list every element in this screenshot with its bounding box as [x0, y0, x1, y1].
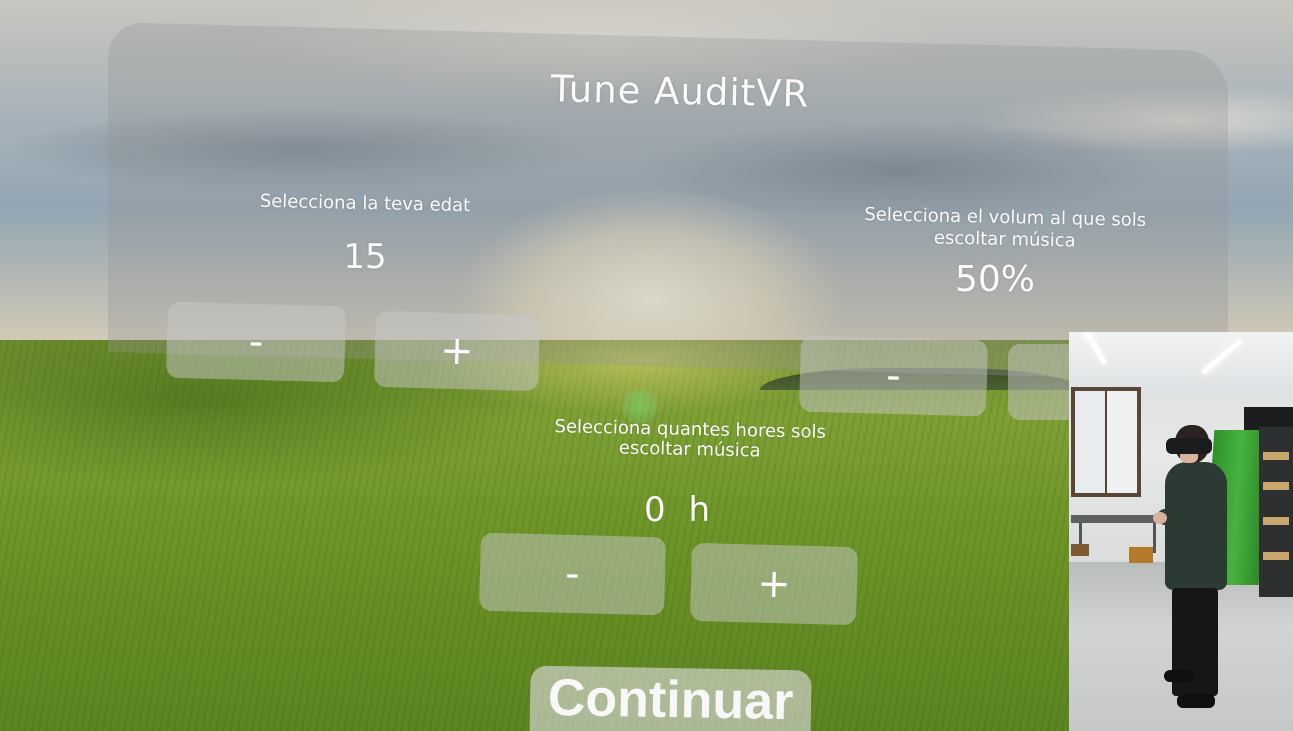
vr-headset: [1166, 438, 1212, 454]
volume-label: Selecciona el volum al que sols escoltar…: [864, 204, 1147, 252]
room-window: [1071, 387, 1141, 497]
camera-inset: [1069, 332, 1293, 731]
hours-value: 0 h: [644, 490, 716, 530]
continue-label: Continuar: [547, 668, 794, 731]
workbench: [1071, 515, 1163, 523]
floor-box: [1071, 544, 1089, 556]
volume-decrease-button[interactable]: -: [799, 335, 988, 417]
age-increase-button[interactable]: +: [374, 310, 540, 392]
volume-increase-button[interactable]: [1008, 344, 1070, 420]
hours-increase-button[interactable]: +: [690, 542, 858, 626]
age-decrease-label: -: [248, 318, 264, 366]
age-value: 15: [343, 237, 387, 277]
person-body: [1165, 462, 1227, 590]
hours-label: Selecciona quantes hores sols escoltar m…: [554, 416, 827, 462]
age-increase-label: +: [439, 327, 475, 375]
person-shoe: [1164, 670, 1194, 682]
age-decrease-button[interactable]: -: [166, 301, 346, 383]
volume-decrease-label: -: [885, 352, 902, 400]
volume-value: 50%: [954, 259, 1035, 300]
person-hand: [1153, 512, 1167, 524]
hours-increase-label: +: [756, 560, 792, 608]
continue-button[interactable]: Continuar: [529, 665, 812, 731]
hours-decrease-button[interactable]: -: [479, 532, 666, 616]
floor-box: [1129, 547, 1153, 563]
person-shoe: [1177, 694, 1215, 708]
hours-decrease-label: -: [564, 550, 581, 598]
